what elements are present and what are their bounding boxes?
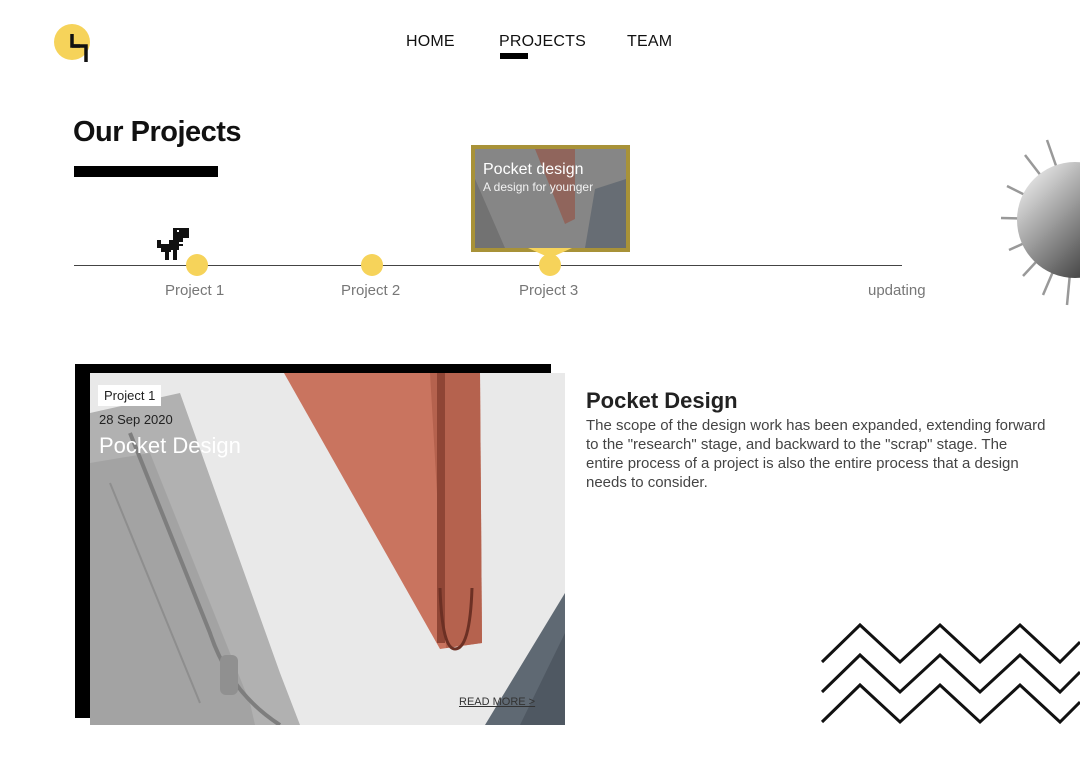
- title-underline: [74, 166, 218, 177]
- card-date: 28 Sep 2020: [99, 412, 173, 427]
- tooltip-pointer: [528, 248, 572, 258]
- page-title: Our Projects: [73, 116, 242, 148]
- nav-team[interactable]: TEAM: [627, 33, 672, 51]
- tooltip-subtitle: A design for younger: [483, 180, 594, 194]
- card-title: Pocket Design: [99, 433, 241, 458]
- nav-projects[interactable]: PROJECTS: [499, 33, 586, 51]
- timeline-label-updating: updating: [868, 282, 926, 299]
- sun-decoration: [1000, 139, 1080, 306]
- timeline-label-project-1[interactable]: Project 1: [165, 282, 224, 299]
- project-tooltip[interactable]: Pocket design A design for younger: [471, 145, 630, 252]
- timeline-dot-project-1[interactable]: [186, 254, 208, 276]
- project-description-title: Pocket Design: [586, 388, 738, 413]
- read-more-link[interactable]: READ MORE >: [459, 696, 535, 708]
- timeline-label-project-2[interactable]: Project 2: [341, 282, 400, 299]
- timeline-label-project-3[interactable]: Project 3: [519, 282, 578, 299]
- nav-active-indicator: [500, 53, 528, 59]
- main-nav: HOME PROJECTS TEAM: [0, 33, 1080, 63]
- card-project-tag: Project 1: [98, 385, 162, 406]
- project-card[interactable]: Project 1 28 Sep 2020 Pocket Design READ…: [90, 373, 565, 725]
- nav-home[interactable]: HOME: [406, 33, 455, 51]
- dinosaur-icon: [157, 228, 189, 260]
- tooltip-title: Pocket design: [483, 161, 584, 178]
- project-description-body: The scope of the design work has been ex…: [586, 417, 1046, 491]
- timeline-dot-project-2[interactable]: [361, 254, 383, 276]
- zigzag-decoration: [820, 622, 1080, 725]
